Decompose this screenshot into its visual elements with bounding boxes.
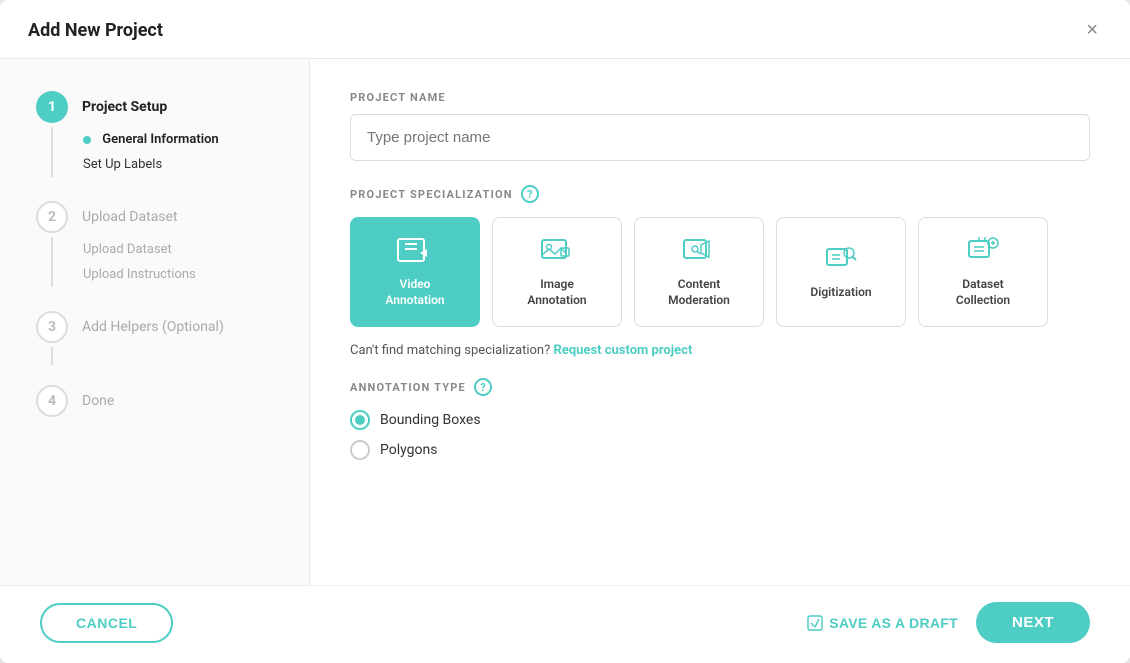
sub-dot-active — [83, 136, 91, 144]
step-3-circle: 3 — [36, 311, 68, 343]
step-4-group: 4 Done — [36, 385, 281, 421]
radio-bounding-boxes-inner — [355, 415, 365, 425]
modal-header: Add New Project × — [0, 0, 1130, 59]
dataset-collection-icon — [965, 235, 1001, 269]
step-3-group: 3 Add Helpers (Optional) — [36, 311, 281, 369]
step-1-label: Project Setup — [82, 99, 167, 115]
step-4-label: Done — [82, 393, 114, 409]
radio-polygons[interactable]: Polygons — [350, 440, 1090, 460]
close-button[interactable]: × — [1082, 18, 1102, 42]
sub-item-setup-labels[interactable]: Set Up Labels — [83, 152, 281, 177]
modal-title: Add New Project — [28, 20, 163, 41]
step-1-sub-items: General Information Set Up Labels — [51, 127, 281, 177]
spec-card-video[interactable]: VideoAnnotation — [350, 217, 480, 327]
video-annotation-icon — [397, 235, 433, 269]
annotation-type-help-icon[interactable]: ? — [474, 378, 492, 396]
step-4-circle: 4 — [36, 385, 68, 417]
project-name-label: PROJECT NAME — [350, 91, 1090, 104]
spec-card-dataset-label: DatasetCollection — [956, 277, 1010, 308]
digitization-icon — [823, 243, 859, 277]
next-button[interactable]: NEXT — [976, 602, 1090, 643]
add-project-modal: Add New Project × 1 Project Setup Genera… — [0, 0, 1130, 663]
save-draft-button[interactable]: SAVE AS A DRAFT — [807, 615, 958, 631]
step-3-row[interactable]: 3 Add Helpers (Optional) — [36, 311, 281, 343]
step-2-group: 2 Upload Dataset Upload Dataset Upload I… — [36, 201, 281, 295]
spec-card-image-label: ImageAnnotation — [527, 277, 586, 308]
spec-card-dataset[interactable]: DatasetCollection — [918, 217, 1048, 327]
image-annotation-icon — [539, 235, 575, 269]
specialization-help-icon[interactable]: ? — [521, 185, 539, 203]
sub-item-upload-instructions[interactable]: Upload Instructions — [83, 262, 281, 287]
project-name-input[interactable] — [350, 114, 1090, 161]
main-content: PROJECT NAME PROJECT SPECIALIZATION ? — [310, 59, 1130, 585]
step-3-connector — [51, 347, 53, 365]
annotation-options: Bounding Boxes Polygons — [350, 410, 1090, 460]
step-1-group: 1 Project Setup General Information Set … — [36, 91, 281, 185]
radio-bounding-boxes[interactable]: Bounding Boxes — [350, 410, 1090, 430]
spec-card-image[interactable]: ImageAnnotation — [492, 217, 622, 327]
sub-item-general-info[interactable]: General Information — [83, 127, 281, 152]
radio-polygons-outer — [350, 440, 370, 460]
custom-link-row: Can't find matching specialization? Requ… — [350, 343, 1090, 358]
spec-card-digitization-label: Digitization — [810, 285, 871, 301]
request-custom-link[interactable]: Request custom project — [553, 343, 692, 358]
specialization-label: PROJECT SPECIALIZATION — [350, 188, 513, 201]
step-4-row[interactable]: 4 Done — [36, 385, 281, 417]
footer-right: SAVE AS A DRAFT NEXT — [807, 602, 1090, 643]
step-2-circle: 2 — [36, 201, 68, 233]
step-1-circle: 1 — [36, 91, 68, 123]
sub-item-upload-dataset[interactable]: Upload Dataset — [83, 237, 281, 262]
step-2-sub-items: Upload Dataset Upload Instructions — [51, 237, 281, 287]
cancel-button[interactable]: CANCEL — [40, 603, 173, 643]
spec-card-video-label: VideoAnnotation — [385, 277, 444, 308]
sidebar: 1 Project Setup General Information Set … — [0, 59, 310, 585]
spec-card-digitization[interactable]: Digitization — [776, 217, 906, 327]
step-3-label: Add Helpers (Optional) — [82, 319, 224, 335]
annotation-type-section: ANNOTATION TYPE ? — [350, 378, 1090, 396]
modal-footer: CANCEL SAVE AS A DRAFT NEXT — [0, 585, 1130, 663]
specialization-section: PROJECT SPECIALIZATION ? — [350, 185, 1090, 203]
step-2-label: Upload Dataset — [82, 209, 178, 225]
step-1-row[interactable]: 1 Project Setup — [36, 91, 281, 123]
save-draft-icon — [807, 615, 823, 631]
annotation-type-label: ANNOTATION TYPE — [350, 381, 466, 394]
content-moderation-icon — [681, 235, 717, 269]
modal-body: 1 Project Setup General Information Set … — [0, 59, 1130, 585]
step-2-row[interactable]: 2 Upload Dataset — [36, 201, 281, 233]
radio-bounding-boxes-outer — [350, 410, 370, 430]
spec-card-content-label: ContentModeration — [668, 277, 730, 308]
specialization-grid: VideoAnnotation ImageAnnotation — [350, 217, 1090, 327]
spec-card-content[interactable]: ContentModeration — [634, 217, 764, 327]
